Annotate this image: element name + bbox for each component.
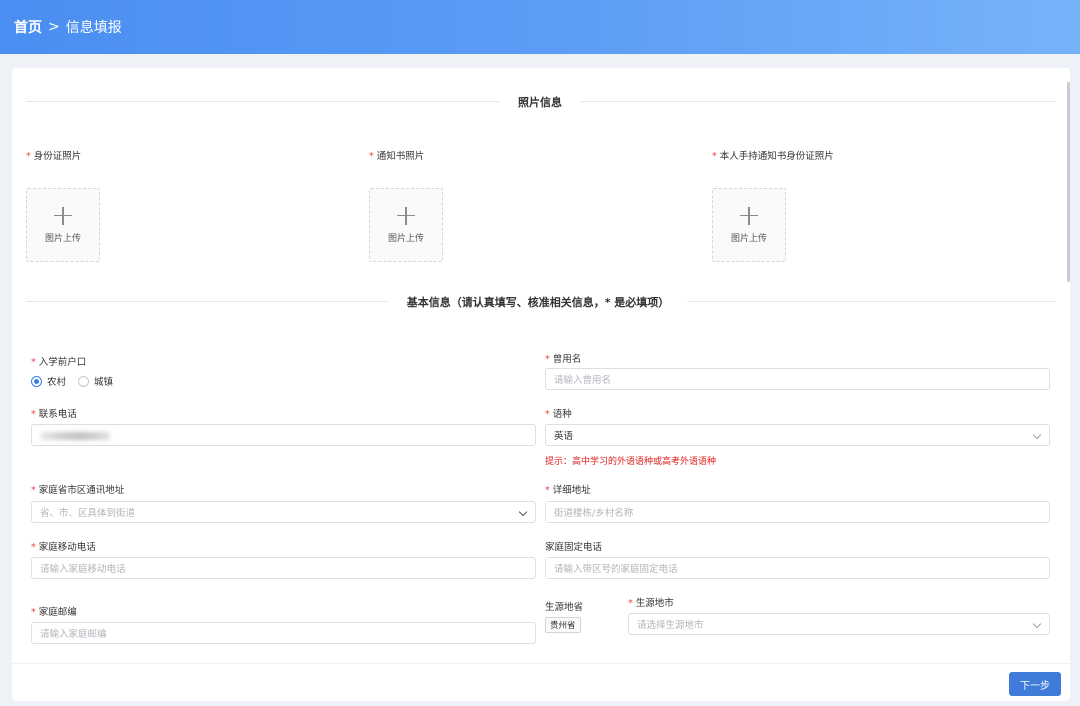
breadcrumb-separator: >: [48, 19, 60, 35]
home-mobile-label: * 家庭移动电话: [31, 542, 96, 553]
redacted-phone: [40, 432, 110, 440]
language-label: * 语种: [545, 409, 572, 420]
home-landline-label: 家庭固定电话: [545, 542, 603, 553]
id-photo-upload-button[interactable]: 图片上传: [26, 188, 100, 262]
plus-icon: [740, 206, 758, 225]
chevron-down-icon: [1032, 430, 1042, 440]
id-photo-label: * 身份证照片: [26, 151, 82, 162]
postcode-label: * 家庭邮编: [31, 607, 77, 618]
home-mobile-input[interactable]: 请输入家庭移动电话: [31, 557, 536, 579]
phone-label: * 联系电话: [31, 409, 77, 420]
language-hint: 提示：高中学习的外语语种或高考外语语种: [545, 457, 717, 467]
breadcrumb-home[interactable]: 首页: [14, 17, 42, 37]
origin-city-select[interactable]: 请选择生源地市: [628, 613, 1050, 635]
basic-section-title: 基本信息（请认真填写、核准相关信息，* 是必填项）: [388, 294, 688, 310]
top-header: 首页 > 信息填报: [0, 0, 1080, 54]
hukou-label: * 入学前户口: [31, 357, 87, 368]
chevron-down-icon: [518, 507, 528, 517]
origin-province-label: 生源地省: [545, 602, 584, 613]
home-address-label: * 家庭省市区通讯地址: [31, 485, 125, 496]
former-name-input[interactable]: 请输入曾用名: [545, 368, 1050, 390]
home-landline-input[interactable]: 请输入带区号的家庭固定电话: [545, 557, 1050, 579]
chevron-down-icon: [1032, 619, 1042, 629]
holding-photo-label: * 本人手持通知书身份证照片: [712, 151, 834, 162]
detail-address-input[interactable]: 街道楼栋/乡村名称: [545, 501, 1050, 523]
hukou-option-urban[interactable]: 城镇: [78, 374, 113, 388]
holding-photo-upload-button[interactable]: 图片上传: [712, 188, 786, 262]
radio-unchecked-icon: [78, 375, 90, 387]
origin-province-value: 贵州省: [545, 617, 581, 633]
form-card: 照片信息 * 身份证照片 * 通知书照片 * 本人手持通知书身份证照片 图片上传 图片…: [12, 68, 1070, 701]
postcode-input[interactable]: 请输入家庭邮编: [31, 622, 536, 644]
home-address-cascader[interactable]: 省、市、区具体到街道: [31, 501, 536, 523]
upload-text: 图片上传: [387, 233, 424, 244]
upload-text: 图片上传: [730, 233, 767, 244]
photo-section-title: 照片信息: [500, 94, 580, 110]
notice-photo-label: * 通知书照片: [369, 151, 425, 162]
scrollbar[interactable]: [1067, 82, 1070, 282]
phone-input[interactable]: [31, 424, 536, 446]
notice-photo-upload-button[interactable]: 图片上传: [369, 188, 443, 262]
breadcrumb-current: 信息填报: [65, 20, 122, 36]
plus-icon: [54, 206, 72, 225]
language-select[interactable]: 英语: [545, 424, 1050, 446]
upload-text: 图片上传: [44, 233, 81, 244]
former-name-label: * 曾用名: [545, 354, 582, 365]
origin-city-label: * 生源地市: [628, 598, 674, 609]
hukou-radio-group: 农村 城镇: [31, 374, 125, 388]
plus-icon: [397, 206, 415, 225]
footer-divider: [12, 663, 1070, 664]
hukou-option-rural[interactable]: 农村: [31, 374, 66, 388]
radio-checked-icon: [31, 375, 42, 387]
next-step-button[interactable]: 下一步: [1009, 672, 1061, 696]
detail-address-label: * 详细地址: [545, 485, 591, 496]
